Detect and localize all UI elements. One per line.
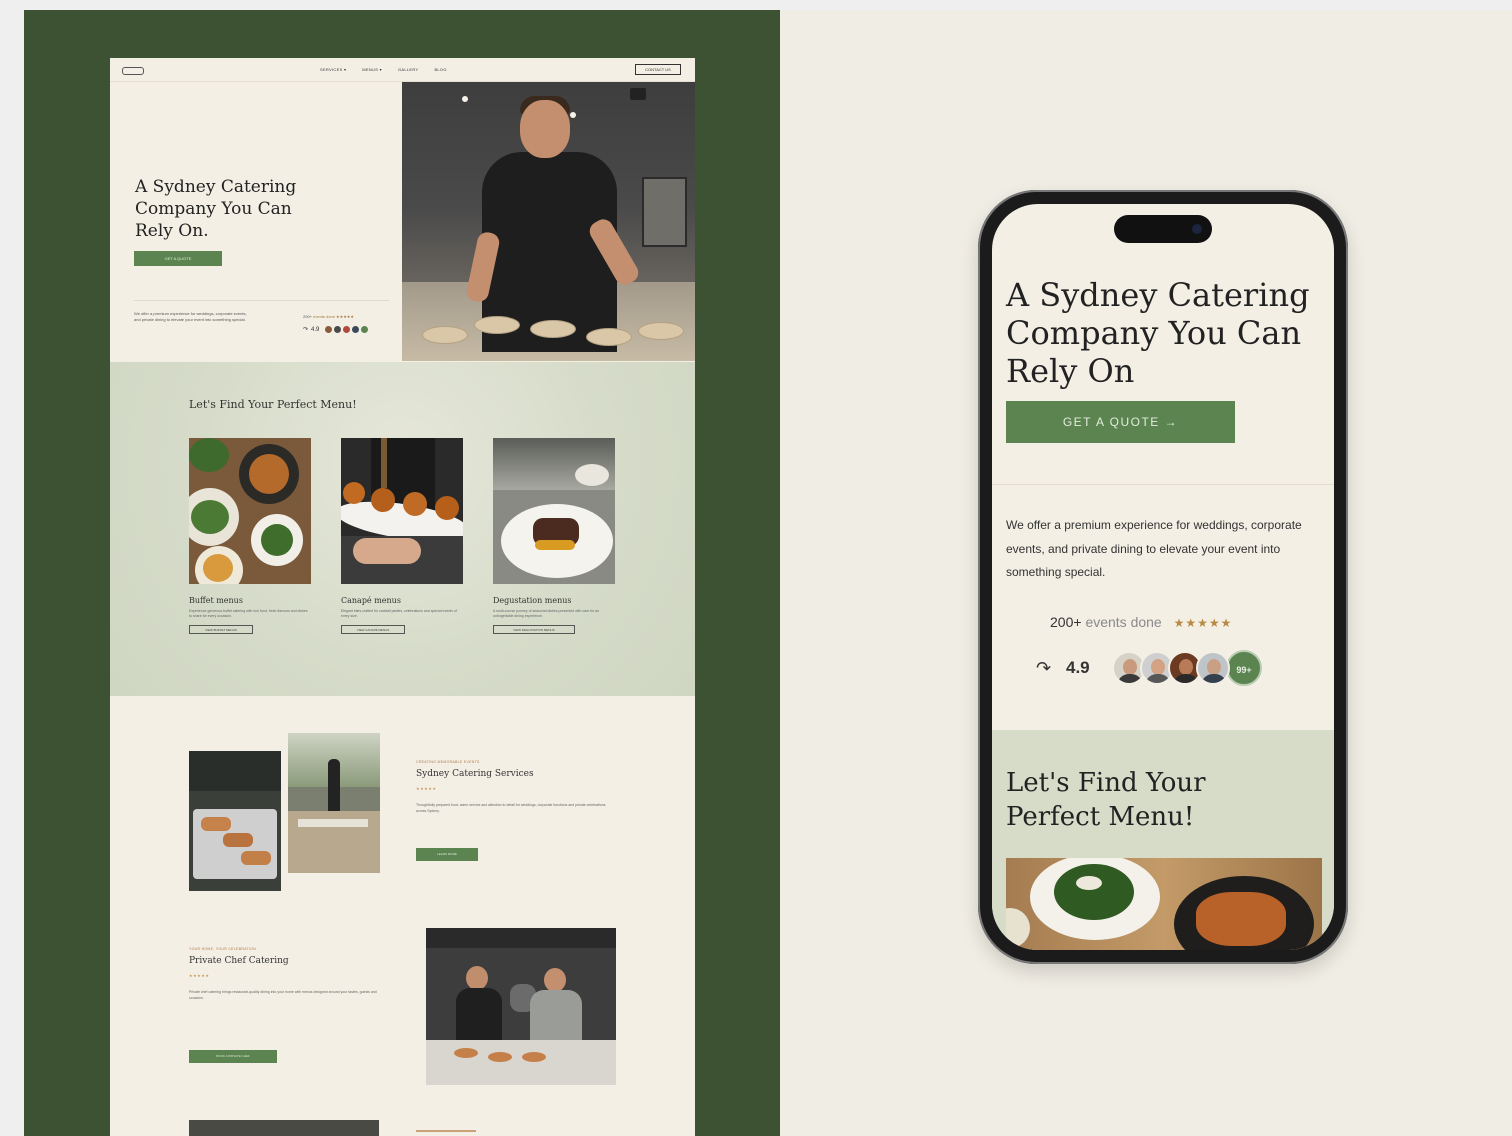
services-title: Sydney Catering Services [416,769,534,779]
mobile-hero-description: We offer a premium experience for weddin… [1006,518,1302,579]
menu-card-title: Canapé menus [341,596,401,605]
event-hall-photo [288,733,380,873]
services-description: Thoughtfully prepared food, warm service… [416,803,606,813]
mobile-hero-title: A Sydney Catering Company You Can Rely O… [1006,276,1310,390]
nav-link-menus[interactable]: MENUS ▾ [362,67,382,72]
hero-chef-photo [402,82,695,361]
private-eyebrow: YOUR HOME, YOUR CELEBRATION [189,947,257,951]
degustation-photo [493,438,615,584]
menus-section: Let's Find Your Perfect Menu! Buffet men… [110,362,695,696]
menu-card-description: Elegant bites crafted for cocktail parti… [341,609,457,618]
avatar [351,325,361,334]
get-quote-button[interactable]: GET A QUOTE [134,251,222,266]
dynamic-island [1114,215,1212,243]
private-description: Private chef catering brings restaurant-… [189,990,377,1000]
view-degustation-menus-button[interactable]: VIEW DEGUSTATION MENUS [493,625,575,634]
menus-title: Let's Find Your Perfect Menu! [189,398,357,411]
mobile-menu-photo [1006,858,1322,950]
next-section-photo [189,1120,379,1136]
mobile-menus-title: Let's Find Your Perfect Menu! [1006,768,1206,832]
private-chef-photo [426,928,616,1085]
hero-description: We offer a premium experience for weddin… [134,311,247,322]
private-stars: ★★★★★ [189,973,210,978]
mobile-divider [992,484,1334,485]
hero-title: A Sydney Catering Company You Can Rely O… [135,177,297,241]
redo-arrow-icon: ↷ [1036,657,1052,678]
services-section: CREATING MEMORABLE EVENTS Sydney Caterin… [110,698,695,1136]
avatar-more-badge [360,325,370,334]
mobile-menus-section: Let's Find Your Perfect Menu! [992,730,1334,950]
rating-row: ↷ 4.9 [303,325,370,334]
buffet-photo [189,438,311,584]
events-label: events done [1085,614,1162,630]
contact-button[interactable]: CONTACT US [635,64,681,75]
events-done: 200+ events done ★★★★★ [303,314,354,319]
services-eyebrow: CREATING MEMORABLE EVENTS [416,760,480,764]
avatar-more-badge: 99+ [1226,650,1262,686]
menu-card-canape[interactable]: Canapé menus Elegant bites crafted for c… [341,438,463,634]
avatar [333,325,343,334]
view-canape-menus-button[interactable]: VIEW CANAPÉ MENUS [341,625,405,634]
events-count: 200+ [1050,614,1082,630]
desktop-site-mockup: SERVICES ▾ MENUS ▾ GALLERY BLOG CONTACT … [110,58,695,1136]
book-private-chef-button[interactable]: BOOK A PRIVATE CHEF [189,1050,277,1063]
presentation-canvas: SERVICES ▾ MENUS ▾ GALLERY BLOG CONTACT … [0,0,1512,1136]
mobile-rating-row: ↷ 4.9 99+ [1036,648,1262,688]
mobile-events-done: 200+ events done ★★★★★ [1050,614,1232,630]
nav-link-services[interactable]: SERVICES ▾ [320,67,346,72]
menu-card-title: Degustation menus [493,596,572,605]
menu-card-degustation[interactable]: Degustation menus A multi-course journey… [493,438,615,634]
services-stars: ★★★★★ [416,786,437,791]
nav-links: SERVICES ▾ MENUS ▾ GALLERY BLOG [320,67,447,72]
menu-card-buffet[interactable]: Buffet menus Experience generous buffet … [189,438,311,634]
mobile-get-quote-button[interactable]: GET A QUOTE → [1006,401,1235,443]
rating-stars: ★★★★★ [1173,616,1233,630]
services-learn-more-button[interactable]: LEARN MORE [416,848,478,861]
catering-table-photo [189,751,281,891]
rating-value: 4.9 [1066,658,1090,677]
brand-logo[interactable] [122,67,144,75]
private-title: Private Chef Catering [189,956,289,966]
phone-screen: A Sydney Catering Company You Can Rely O… [992,204,1334,950]
rating-value: 4.9 [311,326,320,333]
events-label: events done ★★★★★ [313,314,354,319]
avatar [1196,651,1230,685]
hero-divider [134,300,389,301]
view-buffet-menus-button[interactable]: VIEW BUFFET MENUS [189,625,253,634]
avatar [324,325,334,334]
top-nav: SERVICES ▾ MENUS ▾ GALLERY BLOG CONTACT … [110,58,695,82]
avatar [342,325,352,334]
events-count: 200+ [303,314,313,319]
menu-card-description: A multi-course journey of seasonal dishe… [493,609,600,618]
phone-mockup: A Sydney Catering Company You Can Rely O… [978,190,1348,964]
nav-link-blog[interactable]: BLOG [434,67,446,72]
menu-card-description: Experience generous buffet catering with… [189,609,308,618]
redo-arrow-icon: ↷ [303,327,309,333]
nav-link-gallery[interactable]: GALLERY [398,67,418,72]
canape-photo [341,438,463,584]
menu-card-title: Buffet menus [189,596,243,605]
